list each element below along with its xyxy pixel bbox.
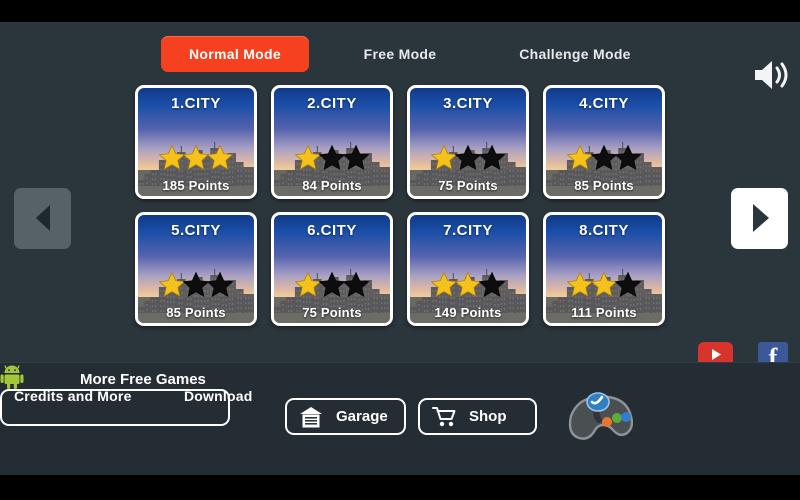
star-icon: [319, 145, 345, 170]
star-icon: [159, 145, 185, 170]
star-rating: [546, 272, 662, 297]
garage-button[interactable]: Garage: [285, 398, 406, 435]
level-card[interactable]: 1.CITY 185 Points: [135, 85, 257, 199]
star-icon: [159, 272, 185, 297]
level-title: 2.CITY: [307, 95, 357, 112]
star-icon: [479, 272, 505, 297]
star-icon: [207, 145, 233, 170]
tab-free-mode[interactable]: Free Mode: [340, 36, 460, 72]
level-points: 75 Points: [302, 305, 362, 320]
star-rating: [274, 145, 390, 170]
letterbox-bottom: [0, 475, 800, 500]
level-points: 85 Points: [166, 305, 226, 320]
more-free-games-label: More Free Games: [80, 371, 206, 388]
level-row: 1.CITY 185 Points 2.CITY 84 Points 3.CIT…: [135, 85, 665, 199]
level-points: 85 Points: [574, 178, 634, 193]
level-title: 5.CITY: [171, 222, 221, 239]
star-icon: [615, 272, 641, 297]
level-card[interactable]: 8.CITY 111 Points: [543, 212, 665, 326]
level-points: 111 Points: [571, 305, 637, 320]
level-card[interactable]: 6.CITY 75 Points: [271, 212, 393, 326]
level-card[interactable]: 4.CITY 85 Points: [543, 85, 665, 199]
level-title: 7.CITY: [443, 222, 493, 239]
star-icon: [455, 145, 481, 170]
star-icon: [431, 272, 457, 297]
mode-tabs: Normal Mode Free Mode Challenge Mode: [0, 36, 800, 82]
star-icon: [567, 145, 593, 170]
level-title: 6.CITY: [307, 222, 357, 239]
shop-button[interactable]: Shop: [418, 398, 537, 435]
shopping-cart-icon: [432, 406, 458, 433]
star-icon: [591, 145, 617, 170]
star-icon: [431, 145, 457, 170]
stage: Normal Mode Free Mode Challenge Mode 1.C…: [0, 22, 800, 475]
star-rating: [138, 272, 254, 297]
level-card[interactable]: 3.CITY 75 Points: [407, 85, 529, 199]
level-title: 1.CITY: [171, 95, 221, 112]
star-icon: [343, 145, 369, 170]
star-rating: [138, 145, 254, 170]
star-rating: [546, 145, 662, 170]
chevron-right-icon[interactable]: [731, 188, 788, 249]
level-title: 8.CITY: [579, 222, 629, 239]
level-points: 75 Points: [438, 178, 498, 193]
tab-normal-mode[interactable]: Normal Mode: [161, 36, 309, 72]
game-screen: Normal Mode Free Mode Challenge Mode 1.C…: [0, 0, 800, 500]
level-title: 3.CITY: [443, 95, 493, 112]
garage-label: Garage: [336, 408, 388, 425]
shop-label: Shop: [469, 408, 507, 425]
footer-bar: Credits and More Download Garage Shop Mo…: [0, 362, 800, 475]
star-icon: [295, 272, 321, 297]
level-grid: 1.CITY 185 Points 2.CITY 84 Points 3.CIT…: [135, 85, 665, 339]
star-icon: [183, 272, 209, 297]
chevron-left-icon[interactable]: [14, 188, 71, 249]
level-points: 149 Points: [434, 305, 502, 320]
level-card[interactable]: 2.CITY 84 Points: [271, 85, 393, 199]
speaker-on-icon[interactable]: [752, 58, 790, 92]
star-icon: [591, 272, 617, 297]
gamepad-icon[interactable]: [561, 386, 634, 444]
star-icon: [207, 272, 233, 297]
star-icon: [319, 272, 345, 297]
star-icon: [455, 272, 481, 297]
star-rating: [410, 145, 526, 170]
level-points: 185 Points: [162, 178, 230, 193]
level-points: 84 Points: [302, 178, 362, 193]
star-rating: [410, 272, 526, 297]
star-icon: [479, 145, 505, 170]
star-icon: [295, 145, 321, 170]
garage-icon: [299, 406, 323, 433]
star-icon: [343, 272, 369, 297]
star-icon: [615, 145, 641, 170]
letterbox-top: [0, 0, 800, 22]
star-icon: [183, 145, 209, 170]
level-card[interactable]: 7.CITY 149 Points: [407, 212, 529, 326]
star-rating: [274, 272, 390, 297]
android-robot-icon[interactable]: [0, 363, 24, 389]
level-card[interactable]: 5.CITY 85 Points: [135, 212, 257, 326]
tab-challenge-mode[interactable]: Challenge Mode: [496, 36, 654, 72]
level-title: 4.CITY: [579, 95, 629, 112]
level-row: 5.CITY 85 Points 6.CITY 75 Points 7.CITY…: [135, 212, 665, 326]
star-icon: [567, 272, 593, 297]
